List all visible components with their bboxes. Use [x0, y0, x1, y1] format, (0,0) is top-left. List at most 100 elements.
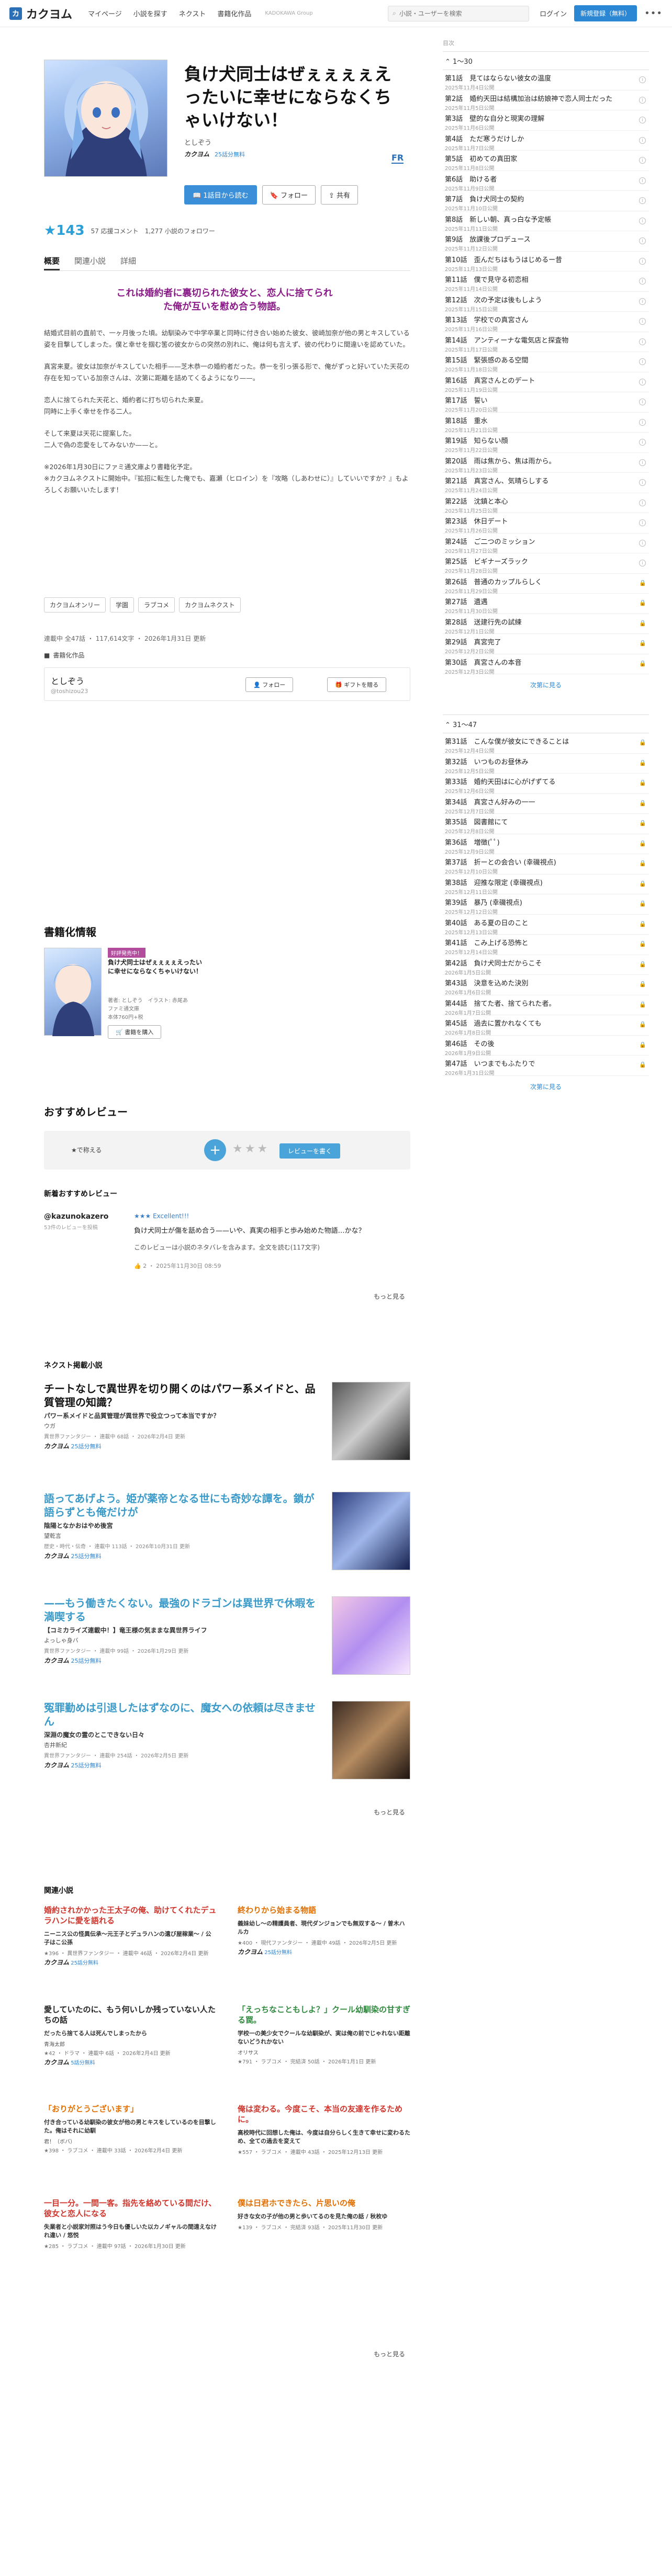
- next-title[interactable]: 語ってあげよう。姫が薬帝となる世にも奇妙な譚を。鎖が語らずとも俺だけが: [44, 1492, 316, 1519]
- episode-row[interactable]: 第2話 婚約天田は結構加治は紡娘神で恋人同士だった 2025年11月5日公開 i: [443, 90, 649, 111]
- related-title[interactable]: 愛していたのに、もう何いしか残っていない人たちの話: [44, 2004, 217, 2025]
- episode-row[interactable]: 第14話 アンティーナな電気店と探査物 2025年11月17日公開 i: [443, 332, 649, 353]
- next-item[interactable]: チートなしで異世界を切り開くのはパワー系メイドと、品質管理の知識？ パワー系メイ…: [44, 1382, 410, 1471]
- episode-title[interactable]: 第17話 誓い: [445, 395, 623, 405]
- next-author[interactable]: 杏井新紀: [44, 1741, 67, 1749]
- episode-row[interactable]: 第5話 初めての真田家 2025年11月8日公開 i: [443, 151, 649, 172]
- episode-title[interactable]: 第16話 真宮さんとのデート: [445, 375, 623, 385]
- episode-title[interactable]: 第3話 壁的な自分と現実の理解: [445, 113, 623, 123]
- episode-row[interactable]: 第46話 その後 2026年1月9日公開 🔒: [443, 1036, 649, 1057]
- toc-show-more[interactable]: 次第に見る: [443, 1076, 649, 1097]
- episode-row[interactable]: 第1話 見てはならない彼女の温度 2025年11月4日公開 i: [443, 70, 649, 91]
- related-title[interactable]: 俺は変わる。今度こそ、本当の友達を作るために。: [238, 2104, 410, 2125]
- episode-row[interactable]: 第30話 真宮さんの本音 2025年12月3日公開 🔒: [443, 654, 649, 675]
- nav-search-novels[interactable]: 小説を探す: [133, 8, 167, 18]
- episode-row[interactable]: 第16話 真宮さんとのデート 2025年11月19日公開 i: [443, 372, 649, 393]
- episode-row[interactable]: 第29話 真宮完了 2025年12月2日公開 🔒: [443, 634, 649, 655]
- write-review-button[interactable]: レビューを書く: [279, 1143, 341, 1159]
- toc-group-header[interactable]: ⌃ 31〜47: [443, 714, 649, 733]
- search-input[interactable]: [399, 9, 520, 17]
- tab-overview[interactable]: 概要: [44, 252, 60, 270]
- episode-row[interactable]: 第12話 次の予定は後もしよう 2025年11月15日公開 i: [443, 292, 649, 313]
- episode-title[interactable]: 第14話 アンティーナな電気店と探査物: [445, 335, 623, 345]
- episode-row[interactable]: 第19話 知らない顔 2025年11月22日公開 i: [443, 433, 649, 453]
- episode-row[interactable]: 第28話 送建行先の試練 2025年12月1日公開 🔒: [443, 614, 649, 635]
- episode-title[interactable]: 第7話 負け犬同士の契約: [445, 194, 623, 203]
- next-title[interactable]: ——もう働きたくない。最強のドラゴンは異世界で休暇を満喫する: [44, 1596, 316, 1624]
- related-item[interactable]: 僕は日君ホできたら、片思いの俺 好きな女の子が他の男と歩いてるのを見た俺の話 /…: [238, 2198, 410, 2276]
- episode-row[interactable]: 第40話 ある夏の日のこと 2025年12月13日公開 🔒: [443, 915, 649, 936]
- episode-title[interactable]: 第44話 捨てた者、捨てられた者。: [445, 998, 623, 1008]
- followers-count[interactable]: 1,277 小説のフォロワー: [145, 226, 215, 235]
- episode-title[interactable]: 第29話 真宮完了: [445, 637, 623, 646]
- tag[interactable]: 学園: [110, 597, 135, 612]
- toc-show-more[interactable]: 次第に見る: [443, 674, 649, 696]
- episode-row[interactable]: 第3話 壁的な自分と現実の理解 2025年11月6日公開 i: [443, 110, 649, 131]
- episode-row[interactable]: 第34話 真宮さん好みの一一 2025年12月7日公開 🔒: [443, 794, 649, 815]
- next-cover-image[interactable]: [332, 1701, 410, 1779]
- episode-row[interactable]: 第17話 誓い 2025年11月20日公開 i: [443, 392, 649, 413]
- episode-title[interactable]: 第2話 婚約天田は結構加治は紡娘神で恋人同士だった: [445, 93, 623, 103]
- episode-title[interactable]: 第6話 助ける者: [445, 174, 623, 184]
- episode-title[interactable]: 第46話 その後: [445, 1038, 623, 1048]
- related-title[interactable]: 終わりから始まる物語: [238, 1905, 410, 1915]
- episode-row[interactable]: 第32話 いつものお昼休み 2025年12月5日公開 🔒: [443, 754, 649, 775]
- episode-title[interactable]: 第11話 僕で見守る初恋相: [445, 274, 623, 284]
- next-title[interactable]: チートなしで異世界を切り開くのはパワー系メイドと、品質管理の知識？: [44, 1382, 316, 1409]
- next-item[interactable]: 語ってあげよう。姫が薬帝となる世にも奇妙な譚を。鎖が語らずとも俺だけが 陰陽とな…: [44, 1492, 410, 1581]
- related-title[interactable]: 婚約されかかった王太子の俺、助けてくれたデュラハンに愛を語れる: [44, 1905, 217, 1926]
- episode-title[interactable]: 第31話 こんな僕が彼女にできることは: [445, 736, 623, 746]
- episode-title[interactable]: 第5話 初めての真田家: [445, 153, 623, 163]
- episode-row[interactable]: 第31話 こんな僕が彼女にできることは 2025年12月4日公開 🔒: [443, 733, 649, 754]
- next-item[interactable]: 冤罪勤めは引退したはずなのに、魔女への依頼は尽きません 深淵の魔女の霊のとこでき…: [44, 1701, 410, 1790]
- star-count[interactable]: ★143: [44, 223, 85, 239]
- see-more-next[interactable]: もっと見る: [374, 1808, 405, 1817]
- see-more-related[interactable]: もっと見る: [374, 2350, 405, 2358]
- episode-row[interactable]: 第7話 負け犬同士の契約 2025年11月10日公開 i: [443, 191, 649, 212]
- episode-title[interactable]: 第21話 真宮さん、気晴らしする: [445, 475, 623, 485]
- next-title[interactable]: 冤罪勤めは引退したはずなのに、魔女への依頼は尽きません: [44, 1701, 316, 1728]
- buy-book-button[interactable]: 🛒 書籍を購入: [108, 1025, 162, 1039]
- episode-row[interactable]: 第35話 図書館にて 2025年12月8日公開 🔒: [443, 814, 649, 835]
- see-more-reviews[interactable]: もっと見る: [374, 1292, 405, 1301]
- related-author[interactable]: オリサス: [238, 2048, 410, 2056]
- next-cover-image[interactable]: [332, 1596, 410, 1675]
- episode-row[interactable]: 第25話 ビギナーズラック 2025年11月28日公開 i: [443, 553, 649, 574]
- add-star-button[interactable]: +: [204, 1139, 226, 1161]
- book-title[interactable]: 負け犬同士はぜぇぇぇぇえったいに幸せにならなくちゃいけない！: [108, 958, 202, 976]
- episode-title[interactable]: 第32話 いつものお昼休み: [445, 756, 623, 766]
- episode-title[interactable]: 第19話 知らない顔: [445, 435, 623, 445]
- login-link[interactable]: ログイン: [540, 8, 567, 18]
- author-name[interactable]: としぞう: [184, 137, 211, 147]
- episode-row[interactable]: 第27話 遺遇 2025年11月30日公開 🔒: [443, 594, 649, 615]
- episode-row[interactable]: 第43話 決意を込めた決別 2026年1月6日公開 🔒: [443, 975, 649, 996]
- episode-title[interactable]: 第41話 こみ上げる恐怖と: [445, 937, 623, 947]
- tag[interactable]: カクヨムネクスト: [179, 597, 241, 612]
- episode-row[interactable]: 第38話 迎推な限定 (幸磯視点) 2025年12月11日公開 🔒: [443, 875, 649, 895]
- reviewer-name[interactable]: @kazunokazero: [44, 1212, 108, 1221]
- related-author[interactable]: 青海太郎: [44, 2040, 217, 2048]
- related-item[interactable]: 「えっちなこともしよ？」クール幼馴染の甘すぎる罠。 学校一の美少女でクールな幼馴…: [238, 2004, 410, 2083]
- episode-title[interactable]: 第42話 負け犬同士だからこそ: [445, 958, 623, 968]
- work-title[interactable]: 負け犬同士はぜぇぇぇぇえったいに幸せにならなくちゃいけない！: [184, 63, 404, 132]
- nav-mypage[interactable]: マイページ: [88, 8, 122, 18]
- search-box[interactable]: ⌕: [388, 5, 530, 21]
- episode-title[interactable]: 第43話 決意を込めた決別: [445, 978, 623, 988]
- next-item[interactable]: ——もう働きたくない。最強のドラゴンは異世界で休暇を満喫する 【コミカライズ連載…: [44, 1596, 410, 1685]
- episode-title[interactable]: 第38話 迎推な限定 (幸磯視点): [445, 877, 623, 887]
- episode-title[interactable]: 第45話 過去に置かれなくても: [445, 1018, 623, 1028]
- episode-row[interactable]: 第10話 歪んだちはもうはじめるー昔 2025年11月13日公開 i: [443, 252, 649, 273]
- episode-row[interactable]: 第23話 休日デート 2025年11月26日公開 i: [443, 513, 649, 534]
- related-item[interactable]: 愛していたのに、もう何いしか残っていない人たちの話 だったら捨てる人は死んでしま…: [44, 2004, 217, 2083]
- next-cover-image[interactable]: [332, 1492, 410, 1570]
- review-title[interactable]: 負け犬同士が傷を舐め合う——いや、真実の相手と歩み始めた物語…かな？: [134, 1225, 365, 1235]
- episode-row[interactable]: 第37話 折ーとの会合い (幸磯視点) 2025年12月10日公開 🔒: [443, 854, 649, 875]
- next-author[interactable]: よっしゃ身バ: [44, 1636, 79, 1644]
- episode-row[interactable]: 第39話 暴乃 (幸磯視点) 2025年12月12日公開 🔒: [443, 894, 649, 915]
- episode-row[interactable]: 第21話 真宮さん、気晴らしする 2025年11月24日公開 i: [443, 473, 649, 494]
- episode-title[interactable]: 第9話 放課後プロデュース: [445, 234, 623, 244]
- register-button[interactable]: 新規登録（無料）: [574, 5, 637, 21]
- episode-row[interactable]: 第41話 こみ上げる恐怖と 2025年12月14日公開 🔒: [443, 935, 649, 956]
- episode-row[interactable]: 第24話 ご二つのミッション 2025年11月27日公開 i: [443, 534, 649, 554]
- nav-books[interactable]: 書籍化作品: [217, 8, 251, 18]
